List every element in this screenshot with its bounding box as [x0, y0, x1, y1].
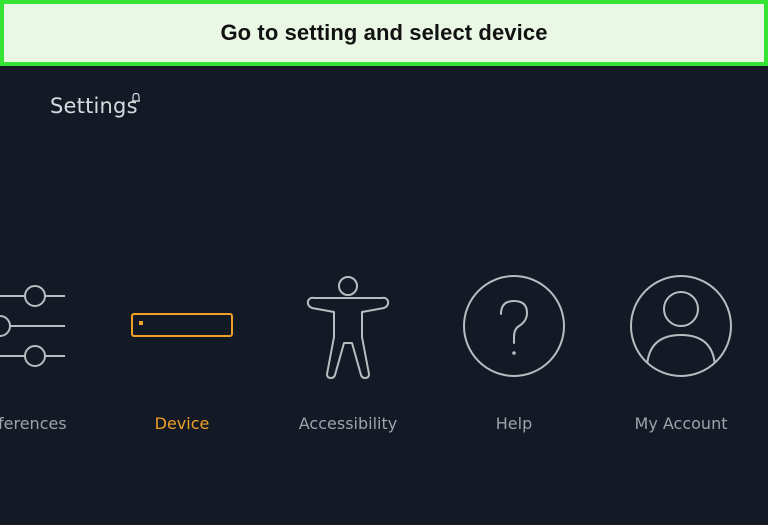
- accessibility-person-icon: [306, 276, 390, 379]
- page: Go to setting and select device Settings…: [0, 0, 768, 525]
- instruction-banner: Go to setting and select device: [0, 0, 768, 66]
- sliders-icon: [0, 285, 65, 367]
- menu-item-my-account[interactable]: My Account: [601, 66, 761, 525]
- instruction-text: Go to setting and select device: [220, 20, 548, 45]
- menu-item-label-help: Help: [495, 414, 533, 433]
- menu-item-accessibility[interactable]: Accessibility: [268, 66, 428, 525]
- menu-item-help[interactable]: Help: [434, 66, 594, 525]
- device-box-icon: [131, 313, 233, 337]
- menu-item-label-my-account: My Account: [634, 414, 728, 433]
- menu-item-label-preferences: ferences: [0, 414, 67, 433]
- settings-screen: Settings ferences Device Accessibility H…: [0, 66, 768, 525]
- question-mark-circle-icon: [463, 275, 565, 377]
- menu-item-label-device: Device: [154, 414, 210, 433]
- user-avatar-icon: [630, 275, 732, 377]
- menu-item-preferences[interactable]: [0, 66, 110, 525]
- menu-item-device[interactable]: Device: [102, 66, 262, 525]
- menu-item-label-accessibility: Accessibility: [298, 414, 398, 433]
